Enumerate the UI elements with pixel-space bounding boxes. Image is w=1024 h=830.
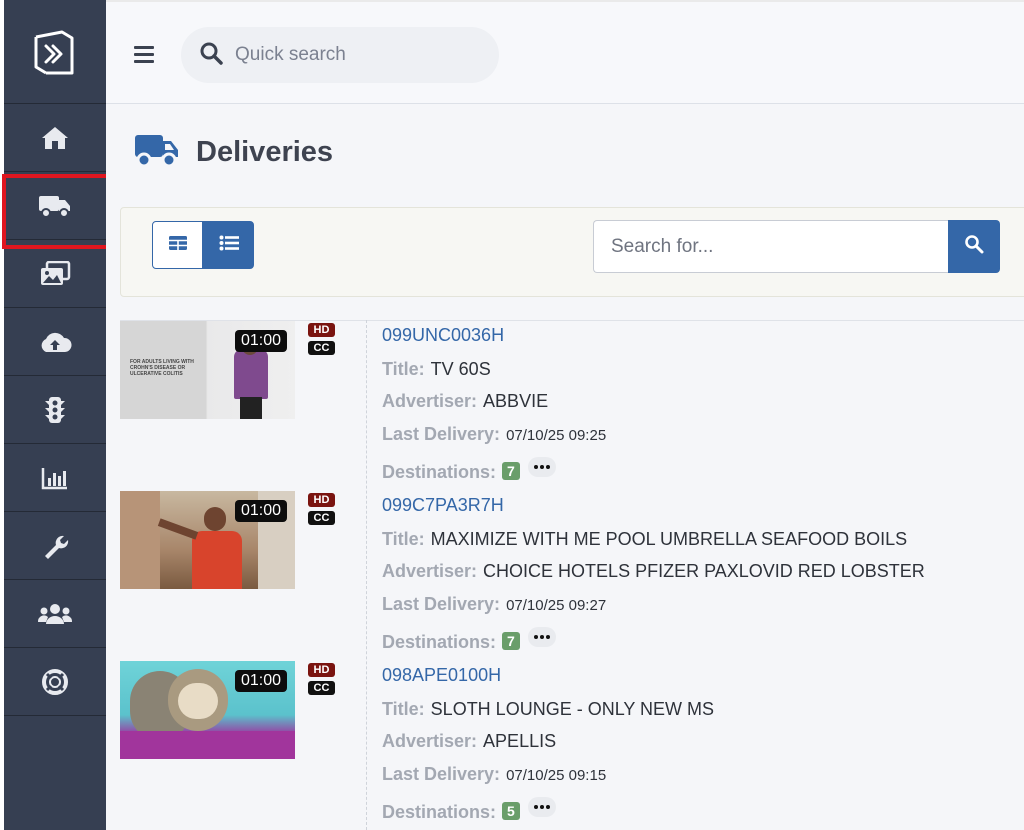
sidebar-item-deliveries[interactable] (2, 172, 112, 249)
sidebar-item-home[interactable] (4, 104, 106, 172)
video-thumbnail[interactable]: FOR ADULTS LIVING WITH CROHN'S DISEASE O… (120, 321, 295, 419)
delivery-row: 01:00 HD CC 098APE0100H Title: SLOTH LOUN… (120, 661, 1024, 830)
page-title: Deliveries (196, 135, 334, 168)
sidebar-item-traffic[interactable] (4, 376, 106, 444)
hd-badge: HD (308, 663, 335, 677)
delivery-last-delivery: Last Delivery: 07/10/25 09:27 (382, 594, 607, 614)
duration-badge: 01:00 (234, 670, 287, 692)
delivery-last-delivery: Last Delivery: 07/10/25 09:15 (382, 764, 607, 784)
duration-badge: 01:00 (234, 500, 287, 522)
view-toggle (152, 221, 254, 269)
top-bar: Quick search (106, 0, 1024, 104)
hd-badge: HD (308, 493, 335, 507)
logo-icon (34, 30, 74, 74)
traffic-light-icon (44, 396, 66, 424)
delivery-id-link[interactable]: 099C7PA3R7H (382, 495, 504, 516)
delivery-advertiser: Advertiser: CHOICE HOTELS PFIZER PAXLOVID… (382, 561, 925, 581)
delivery-last-delivery: Last Delivery: 07/10/25 09:25 (382, 424, 607, 444)
delivery-title: Title: SLOTH LOUNGE - ONLY NEW MS (382, 699, 715, 719)
destinations-count-badge: 7 (502, 632, 520, 650)
search-button[interactable] (948, 220, 1000, 273)
cloud-upload-icon (38, 330, 72, 354)
sidebar-item-tools[interactable] (4, 512, 106, 580)
sidebar-item-media[interactable] (4, 240, 106, 308)
truck-icon (38, 193, 72, 219)
wrench-icon (41, 532, 69, 560)
search-field[interactable]: Search for... (593, 220, 949, 273)
toolbar: Search for... (120, 207, 1024, 297)
main-content: Deliveries Search for... FOR ADULTS LIVI… (106, 104, 1024, 830)
hamburger-icon (134, 46, 154, 49)
list-icon (219, 235, 239, 256)
format-badges: HD CC (308, 323, 336, 359)
cc-badge: CC (308, 511, 335, 525)
home-icon (40, 125, 70, 151)
destinations-count-badge: 7 (502, 462, 520, 480)
hd-badge: HD (308, 323, 335, 337)
search-placeholder: Search for... (611, 235, 714, 257)
delivery-destinations: Destinations: 7 (382, 457, 556, 483)
delivery-id-link[interactable]: 099UNC0036H (382, 325, 504, 346)
sidebar-item-reports[interactable] (4, 444, 106, 512)
sidebar-item-support[interactable] (4, 648, 106, 716)
menu-toggle-button[interactable] (134, 46, 154, 63)
cc-badge: CC (308, 341, 335, 355)
page-header: Deliveries (134, 128, 333, 176)
more-options-button[interactable] (527, 627, 556, 647)
delivery-destinations: Destinations: 5 (382, 797, 556, 823)
search-icon (199, 41, 223, 70)
delivery-destinations: Destinations: 7 (382, 627, 556, 653)
delivery-row: 01:00 HD CC 099C7PA3R7H Title: MAXIMIZE W… (120, 491, 1024, 661)
users-icon (37, 602, 73, 626)
sidebar-item-users[interactable] (4, 580, 106, 648)
delivery-title: Title: MAXIMIZE WITH ME POOL UMBRELLA SEA… (382, 529, 908, 549)
quick-search-placeholder: Quick search (235, 44, 346, 65)
format-badges: HD CC (308, 493, 336, 529)
delivery-advertiser: Advertiser: ABBVIE (382, 391, 549, 411)
delivery-row: FOR ADULTS LIVING WITH CROHN'S DISEASE O… (120, 321, 1024, 491)
thumbnail-caption: FOR ADULTS LIVING WITH CROHN'S DISEASE O… (130, 359, 194, 377)
life-ring-icon (41, 668, 69, 696)
quick-search-input[interactable]: Quick search (181, 27, 499, 83)
grid-view-button[interactable] (152, 221, 203, 269)
delivery-advertiser: Advertiser: APELLIS (382, 731, 557, 751)
delivery-title: Title: TV 60S (382, 359, 491, 379)
video-thumbnail[interactable]: 01:00 (120, 661, 295, 759)
destinations-count-badge: 5 (502, 802, 520, 820)
delivery-id-link[interactable]: 098APE0100H (382, 665, 501, 686)
sidebar-item-upload[interactable] (4, 308, 106, 376)
images-icon (39, 260, 71, 287)
app-logo[interactable] (4, 0, 106, 104)
sidebar (2, 0, 112, 830)
video-thumbnail[interactable]: 01:00 (120, 491, 295, 589)
bar-chart-icon (41, 466, 69, 490)
truck-icon (134, 132, 180, 173)
format-badges: HD CC (308, 663, 336, 699)
duration-badge: 01:00 (234, 330, 287, 352)
search-icon (964, 234, 984, 259)
table-icon (168, 235, 188, 256)
more-options-button[interactable] (527, 797, 556, 817)
more-options-button[interactable] (527, 457, 556, 477)
list-view-button[interactable] (203, 221, 254, 269)
cc-badge: CC (308, 681, 335, 695)
